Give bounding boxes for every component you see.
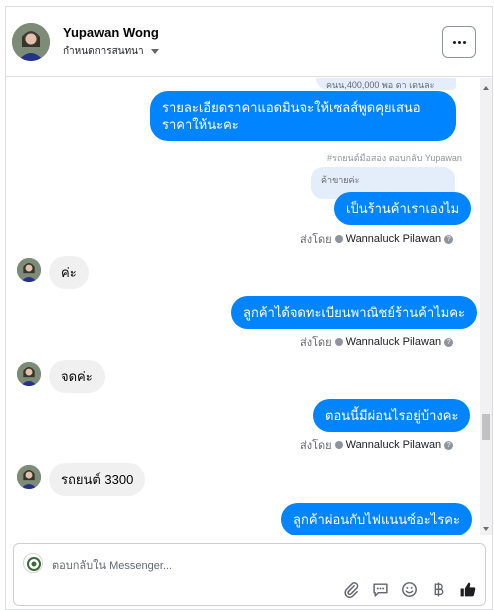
paperclip-icon[interactable] (342, 580, 361, 599)
baht-icon[interactable] (429, 580, 448, 599)
avatar[interactable] (17, 362, 41, 386)
check-icon (334, 235, 343, 243)
agent-name: Wannaluck Pilawan (345, 336, 442, 348)
conversation-header: Yupawan Wong กำหนดการสนทนา (6, 7, 492, 77)
check-icon (334, 441, 343, 449)
dot-icon (452, 40, 456, 44)
thread-scrollbar[interactable] (480, 78, 492, 535)
conversation-label: กำหนดการสนทนา (63, 46, 144, 57)
sent-by-label: ส่งโดย Wannaluck Pilawan ? (300, 230, 454, 248)
agent-name: Wannaluck Pilawan (345, 439, 442, 451)
avatar[interactable] (17, 258, 41, 282)
reply-input[interactable]: ตอบกลับใน Messenger... (52, 556, 172, 574)
message-bubble-incoming[interactable]: จดค่ะ (49, 360, 105, 393)
composer-toolbar (342, 580, 477, 599)
quoted-message: คนน,400,000 พอ ดา เดนละ (316, 78, 456, 90)
agent-name: Wannaluck Pilawan (345, 233, 442, 245)
sent-by-prefix: ส่งโดย (300, 234, 332, 246)
contact-name[interactable]: Yupawan Wong (63, 25, 159, 40)
dot-icon (462, 40, 466, 44)
dot-icon (457, 40, 461, 44)
thumbs-up-icon[interactable] (458, 580, 477, 599)
scroll-up-icon[interactable] (483, 86, 489, 90)
avatar[interactable] (17, 465, 41, 489)
more-options-button[interactable] (442, 26, 476, 58)
help-icon[interactable]: ? (444, 337, 454, 347)
message-bubble-outgoing[interactable]: ตอนนี้มีผ่อนไรอยู่บ้างคะ (313, 399, 471, 432)
sent-by-prefix: ส่งโดย (300, 337, 332, 349)
sent-by-label: ส่งโดย Wannaluck Pilawan ? (300, 333, 454, 351)
scrollbar-thumb[interactable] (482, 414, 490, 440)
help-icon[interactable]: ? (444, 234, 454, 244)
reply-composer[interactable]: ตอบกลับใน Messenger... (13, 543, 486, 606)
emoji-icon[interactable] (400, 580, 419, 599)
page-logo (23, 553, 43, 573)
sent-by-prefix: ส่งโดย (300, 440, 332, 452)
check-icon (334, 338, 343, 346)
chevron-down-icon (150, 49, 159, 54)
scroll-down-icon[interactable] (483, 527, 489, 531)
message-bubble-outgoing[interactable]: ลูกค้าได้จดทะเบียนพาณิชย์ร้านค้าไมคะ (231, 296, 477, 329)
help-icon[interactable]: ? (444, 440, 454, 450)
reply-context: #รถยนต์มือสอง ตอบกลับ Yupawan (327, 153, 462, 163)
message-bubble-outgoing[interactable]: ลูกค้าผ่อนกับไฟแนนซ์อะไรคะ (281, 503, 472, 535)
avatar[interactable] (12, 23, 50, 61)
message-bubble-outgoing[interactable]: เป็นร้านค้าเราเองไม (334, 192, 472, 225)
conversation-label-dropdown[interactable]: กำหนดการสนทนา (63, 44, 159, 59)
message-bubble-incoming[interactable]: รถยนต์ 3300 (49, 463, 146, 496)
saved-reply-icon[interactable] (371, 580, 390, 599)
message-thread: คนน,400,000 พอ ดา เดนละ รายละเอียดราคาแอ… (6, 78, 480, 535)
message-bubble-outgoing[interactable]: รายละเอียดราคาแอดมินจะให้เซลส์พูดคุยเสนอ… (150, 91, 456, 141)
messenger-panel: Yupawan Wong กำหนดการสนทนา คนน,400,000 พ… (5, 6, 493, 610)
message-bubble-incoming[interactable]: ค่ะ (49, 256, 89, 289)
sent-by-label: ส่งโดย Wannaluck Pilawan ? (300, 436, 454, 454)
